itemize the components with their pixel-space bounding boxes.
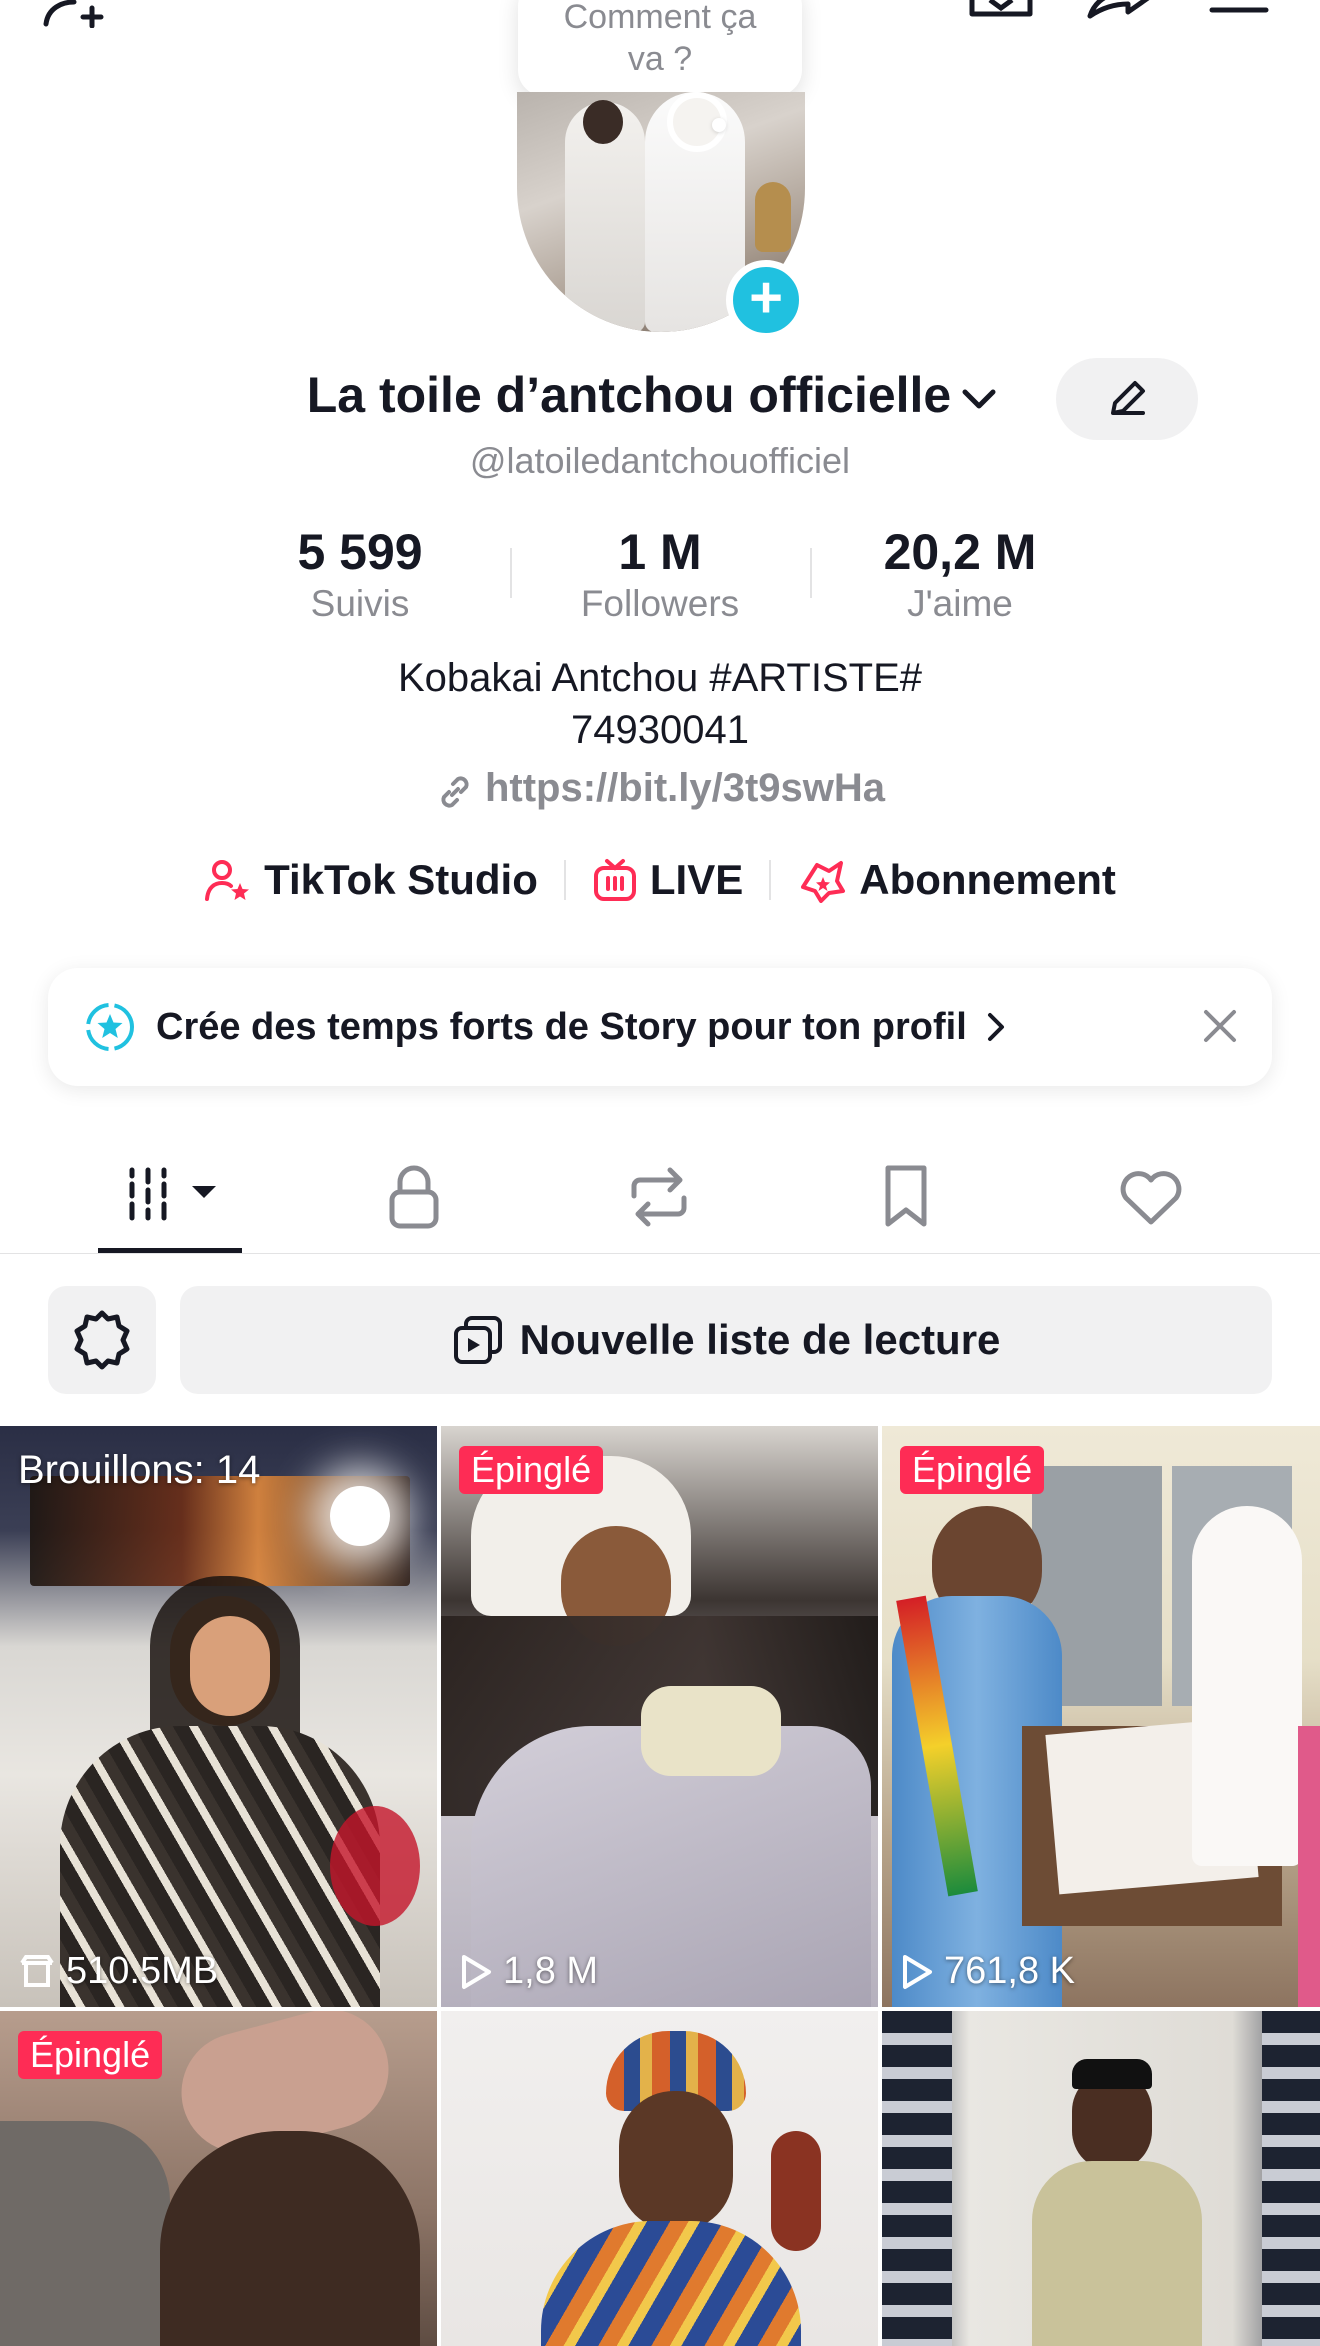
video-tile-3[interactable]: Épinglé 761,8 K [882,1426,1320,2007]
video-views-value: 1,8 M [503,1950,599,1992]
story-highlights-card[interactable]: Crée des temps forts de Story pour ton p… [48,968,1272,1086]
drafts-tile[interactable]: Brouillons: 14 510.5MB [0,1426,437,2007]
videos-grid-icon [126,1162,222,1232]
close-icon[interactable] [1198,1004,1242,1048]
status-bubble-line1: Comment ça [563,0,757,36]
subscription-label: Abonnement [859,856,1116,903]
live-button[interactable]: LIVE [592,856,743,904]
tab-reposts[interactable] [624,1162,694,1232]
live-tv-icon [592,857,650,903]
repost-icon [624,1162,694,1232]
play-icon [459,1953,503,1991]
stat-divider [810,548,812,598]
play-icon [900,1953,944,1991]
tiktok-studio-button[interactable]: TikTok Studio [204,856,538,904]
video-tile-5[interactable] [441,2011,878,2346]
video-tile-4[interactable]: Épinglé [0,2011,437,2346]
stat-followers-label: Followers [580,583,740,624]
add-story-button[interactable]: + [726,260,806,340]
subscription-button[interactable]: Abonnement [797,856,1116,904]
bio-line2: 74930041 [571,708,749,752]
new-playlist-button[interactable]: Nouvelle liste de lecture [180,1286,1272,1394]
playlist-icon [452,1314,520,1366]
qr-code-icon[interactable] [966,0,1036,22]
stat-likes[interactable]: 20,2 M J'aime [830,522,1090,626]
profile-handle: @latoiledantchouofficiel [469,440,851,481]
video-views: 761,8 K [900,1950,1075,1993]
live-label: LIVE [649,856,744,903]
video-tile-2[interactable]: Épinglé 1,8 M [441,1426,878,2007]
stat-following-label: Suivis [310,583,410,624]
stat-followers[interactable]: 1 M Followers [530,522,790,626]
drafts-size-value: 510.5MB [66,1950,219,1992]
stat-following[interactable]: 5 599 Suivis [230,522,490,626]
tab-private[interactable] [384,1162,444,1232]
pinned-badge: Épinglé [900,1446,1045,1494]
tab-videos[interactable] [126,1162,222,1232]
add-friend-icon[interactable] [40,0,116,28]
tools-divider [769,860,772,900]
tab-saved[interactable] [878,1162,934,1232]
drafts-label: Brouillons: 14 [18,1448,261,1492]
tabs-divider [0,1253,1320,1254]
subscription-star-icon [797,857,859,903]
pinned-badge: Épinglé [18,2031,163,2079]
drafts-size: 510.5MB [18,1950,218,1993]
studio-user-icon [204,857,264,903]
drafts-box-icon [18,1954,66,1989]
bio-line1: Kobakai Antchou #ARTISTE# [397,656,923,700]
share-icon[interactable] [1082,0,1154,22]
stat-followers-value: 1 M [618,524,702,580]
chevron-down-icon[interactable] [961,387,997,411]
story-star-icon [84,1001,136,1053]
menu-icon[interactable] [1208,0,1272,14]
video-views-value: 761,8 K [944,1950,1075,1992]
video-views: 1,8 M [459,1950,598,1993]
heart-icon [1116,1162,1186,1232]
stat-divider [510,548,512,598]
creator-tools-row: TikTok Studio LIVE Abonnement [0,856,1320,904]
edit-profile-button[interactable] [1056,358,1198,440]
display-name: La toile d’antchou officielle [306,367,952,423]
new-playlist-label: Nouvelle liste de lecture [519,1316,1001,1363]
sort-gear-icon [71,1309,133,1371]
link-icon [435,768,485,813]
tiktok-studio-label: TikTok Studio [264,856,538,903]
video-tile-6[interactable] [882,2011,1320,2346]
filter-button[interactable] [48,1286,156,1394]
profile-link[interactable]: https://bit.ly/3t9swHa [0,766,1320,813]
chevron-right-icon [985,1011,1007,1043]
stat-likes-value: 20,2 M [883,524,1037,580]
story-prompt-text: Crée des temps forts de Story pour ton p… [156,1005,967,1048]
tools-divider [563,860,566,900]
stat-likes-label: J'aime [907,583,1013,624]
bookmark-icon [878,1162,934,1232]
tab-liked[interactable] [1116,1162,1186,1232]
bubble-tail [712,118,726,132]
profile-link-text: https://bit.ly/3t9swHa [484,766,886,810]
stat-following-value: 5 599 [297,524,423,580]
pencil-icon [1105,377,1149,421]
status-bubble[interactable]: Comment ça va ? [518,0,802,96]
lock-icon [384,1162,444,1232]
pinned-badge: Épinglé [459,1446,604,1494]
status-bubble-line2: va ? [627,40,693,78]
